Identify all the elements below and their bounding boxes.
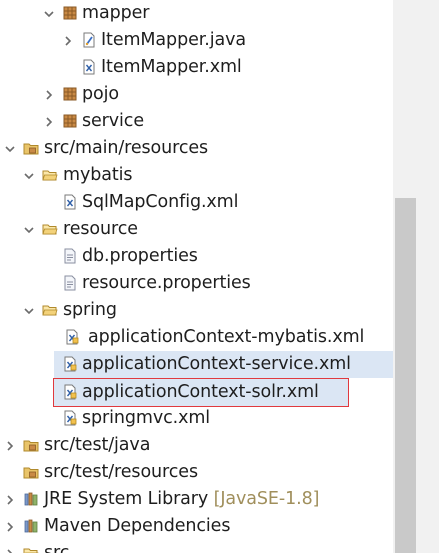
tree-item-resource-properties[interactable]: resource.properties [0,270,393,297]
package-icon [62,113,78,129]
tree-item-spring[interactable]: spring [0,297,393,324]
tree-item-mybatis[interactable]: mybatis [0,162,393,189]
tree-item-label: SqlMapConfig.xml [82,192,239,212]
chevron-right-icon[interactable] [3,432,17,459]
tree-item-resource[interactable]: resource [0,216,393,243]
tree-item-src-main-resources[interactable]: src/main/resources [0,135,393,162]
properties-file-icon [62,275,78,291]
tree-item-maven-dependencies[interactable]: Maven Dependencies [0,513,393,540]
chevron-down-icon[interactable] [22,162,36,189]
properties-file-icon [62,248,78,264]
tree-item-label: mybatis [63,165,133,185]
open-folder-icon [42,302,58,318]
chevron-right-icon[interactable] [42,81,56,108]
tree-item-label: resource [63,219,138,239]
tree-item-label: src [44,543,70,553]
tree-item-springmvc-xml[interactable]: springmvc.xml [0,405,393,432]
tree-item-label: spring [63,300,117,320]
package-icon [62,86,78,102]
tree-item-sqlmapconfig-xml[interactable]: SqlMapConfig.xml [0,189,393,216]
tree-item-itemmapper-java[interactable]: ItemMapper.java [0,27,393,54]
source-folder-icon [23,464,39,480]
tree-item-label: applicationContext-solr.xml [82,382,319,402]
tree-item-db-properties[interactable]: db.properties [0,243,393,270]
xml-file-icon [62,410,78,426]
tree-item-label: src/test/resources [44,462,198,482]
xml-file-icon [62,356,78,372]
chevron-right-icon[interactable] [3,540,17,553]
chevron-right-icon[interactable] [42,108,56,135]
chevron-down-icon[interactable] [42,0,56,27]
package-icon [62,5,78,21]
source-folder-icon [23,140,39,156]
chevron-down-icon[interactable] [3,135,17,162]
chevron-down-icon[interactable] [22,297,36,324]
tree-item-src-test-resources[interactable]: src/test/resources [0,459,393,486]
jre-version-decoration: [JavaSE-1.8] [213,489,320,509]
vertical-scrollbar[interactable] [393,0,439,553]
tree-item-label: pojo [82,84,119,104]
xml-file-icon [81,59,97,75]
open-folder-icon [42,167,58,183]
tree-item-src[interactable]: src [0,540,393,553]
tree-item-app-ctx-mybatis[interactable]: applicationContext-mybatis.xml [0,324,393,351]
open-folder-icon [23,545,39,553]
tree-item-label: db.properties [82,246,198,266]
tree-item-itemmapper-xml[interactable]: ItemMapper.xml [0,54,393,81]
tree-item-label: resource.properties [82,273,251,293]
chevron-right-icon[interactable] [3,513,17,540]
library-icon [23,491,39,507]
chevron-down-icon[interactable] [22,216,36,243]
tree-item-jre-system-library[interactable]: JRE System Library [JavaSE-1.8] [0,486,393,513]
tree-item-label: JRE System Library [JavaSE-1.8] [44,486,319,513]
tree-item-label: springmvc.xml [82,408,211,428]
chevron-right-icon[interactable] [3,486,17,513]
jre-library-name: JRE System Library [44,489,209,509]
tree-item-service[interactable]: service [0,108,393,135]
xml-file-icon [62,194,78,210]
tree-item-label: ItemMapper.java [101,30,246,50]
open-folder-icon [42,221,58,237]
tree-item-mapper[interactable]: mapper [0,0,393,27]
tree-item-label: applicationContext-mybatis.xml [88,327,365,347]
tree-item-label: Maven Dependencies [44,516,231,536]
tree-item-app-ctx-service[interactable]: applicationContext-service.xml [54,351,393,378]
tree-item-label: mapper [82,3,150,23]
tree-item-src-test-java[interactable]: src/test/java [0,432,393,459]
chevron-right-icon[interactable] [61,27,75,54]
tree-item-label: src/main/resources [44,138,209,158]
tree-item-app-ctx-solr[interactable]: applicationContext-solr.xml [53,378,349,407]
tree-item-label: applicationContext-service.xml [82,354,351,374]
tree-item-pojo[interactable]: pojo [0,81,393,108]
library-icon [23,518,39,534]
xml-file-icon [62,384,78,400]
scrollbar-thumb[interactable] [395,198,416,553]
project-explorer-tree: mapper ItemMapper.java ItemMapper.xml po… [0,0,439,553]
source-folder-icon [23,437,39,453]
tree-item-label: service [82,111,144,131]
java-file-icon [81,32,97,48]
xml-file-icon [64,329,80,345]
tree-item-label: ItemMapper.xml [101,57,242,77]
tree-item-label: src/test/java [44,435,151,455]
